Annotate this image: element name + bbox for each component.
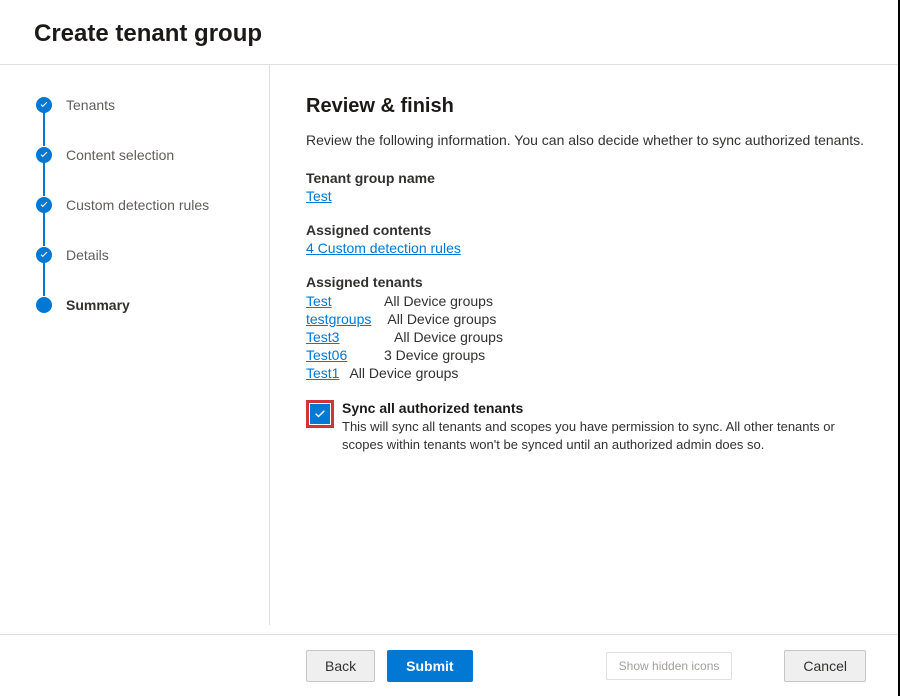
step-summary[interactable]: Summary <box>36 295 269 315</box>
sync-checkbox[interactable] <box>310 404 330 424</box>
tenant-link[interactable]: Test3 <box>306 328 378 346</box>
tenant-link[interactable]: Test06 <box>306 346 368 364</box>
tenant-row: testgroups All Device groups <box>306 310 866 328</box>
tenant-link[interactable]: testgroups <box>306 310 371 328</box>
check-icon <box>36 147 52 163</box>
step-tenants[interactable]: Tenants <box>36 95 269 145</box>
check-icon <box>36 97 52 113</box>
tenant-scope: All Device groups <box>387 310 496 328</box>
sync-description: This will sync all tenants and scopes yo… <box>342 418 852 454</box>
check-icon <box>36 247 52 263</box>
sync-text: Sync all authorized tenants This will sy… <box>342 400 852 454</box>
highlight-annotation <box>306 400 334 428</box>
tenant-row: Test All Device groups <box>306 292 866 310</box>
section-assigned-contents: Assigned contents 4 Custom detection rul… <box>306 222 866 256</box>
tenants-table: Test All Device groups testgroups All De… <box>306 292 866 382</box>
page-header: Create tenant group <box>0 0 900 64</box>
step-connector <box>43 160 45 196</box>
step-label: Custom detection rules <box>66 195 209 215</box>
step-custom-detection-rules[interactable]: Custom detection rules <box>36 195 269 245</box>
step-label: Summary <box>66 295 130 315</box>
section-assigned-tenants: Assigned tenants Test All Device groups … <box>306 274 866 382</box>
tenant-scope: All Device groups <box>384 292 493 310</box>
current-step-icon <box>36 297 52 313</box>
page-body: Tenants Content selection Custom detecti… <box>0 65 900 625</box>
section-tenant-group-name: Tenant group name Test <box>306 170 866 204</box>
step-connector <box>43 110 45 146</box>
tenant-link[interactable]: Test1 <box>306 364 339 382</box>
check-icon <box>36 197 52 213</box>
step-label: Details <box>66 245 109 265</box>
page-title: Create tenant group <box>34 20 900 48</box>
review-panel: Review & finish Review the following inf… <box>270 65 900 625</box>
step-label: Tenants <box>66 95 115 115</box>
submit-button[interactable]: Submit <box>387 650 472 682</box>
tenant-scope: All Device groups <box>394 328 503 346</box>
assigned-tenants-label: Assigned tenants <box>306 274 866 290</box>
show-hidden-icons-button[interactable]: Show hidden icons <box>606 652 733 680</box>
assigned-contents-link[interactable]: 4 Custom detection rules <box>306 240 461 256</box>
tenant-row: Test1 All Device groups <box>306 364 866 382</box>
tenant-scope: 3 Device groups <box>384 346 485 364</box>
step-connector <box>43 210 45 246</box>
tenant-group-name-label: Tenant group name <box>306 170 866 186</box>
step-content-selection[interactable]: Content selection <box>36 145 269 195</box>
assigned-contents-label: Assigned contents <box>306 222 866 238</box>
step-details[interactable]: Details <box>36 245 269 295</box>
tenant-link[interactable]: Test <box>306 292 368 310</box>
tenant-row: Test06 3 Device groups <box>306 346 866 364</box>
tenant-row: Test3 All Device groups <box>306 328 866 346</box>
review-description: Review the following information. You ca… <box>306 132 866 148</box>
sync-block: Sync all authorized tenants This will sy… <box>306 400 866 454</box>
review-heading: Review & finish <box>306 95 866 118</box>
sync-title: Sync all authorized tenants <box>342 400 852 416</box>
step-connector <box>43 260 45 296</box>
step-label: Content selection <box>66 145 174 165</box>
tenant-scope: All Device groups <box>349 364 458 382</box>
wizard-steps: Tenants Content selection Custom detecti… <box>0 65 270 625</box>
back-button[interactable]: Back <box>306 650 375 682</box>
wizard-footer: Back Submit Show hidden icons Cancel <box>0 634 900 696</box>
tenant-group-name-link[interactable]: Test <box>306 188 332 204</box>
cancel-button[interactable]: Cancel <box>784 650 866 682</box>
